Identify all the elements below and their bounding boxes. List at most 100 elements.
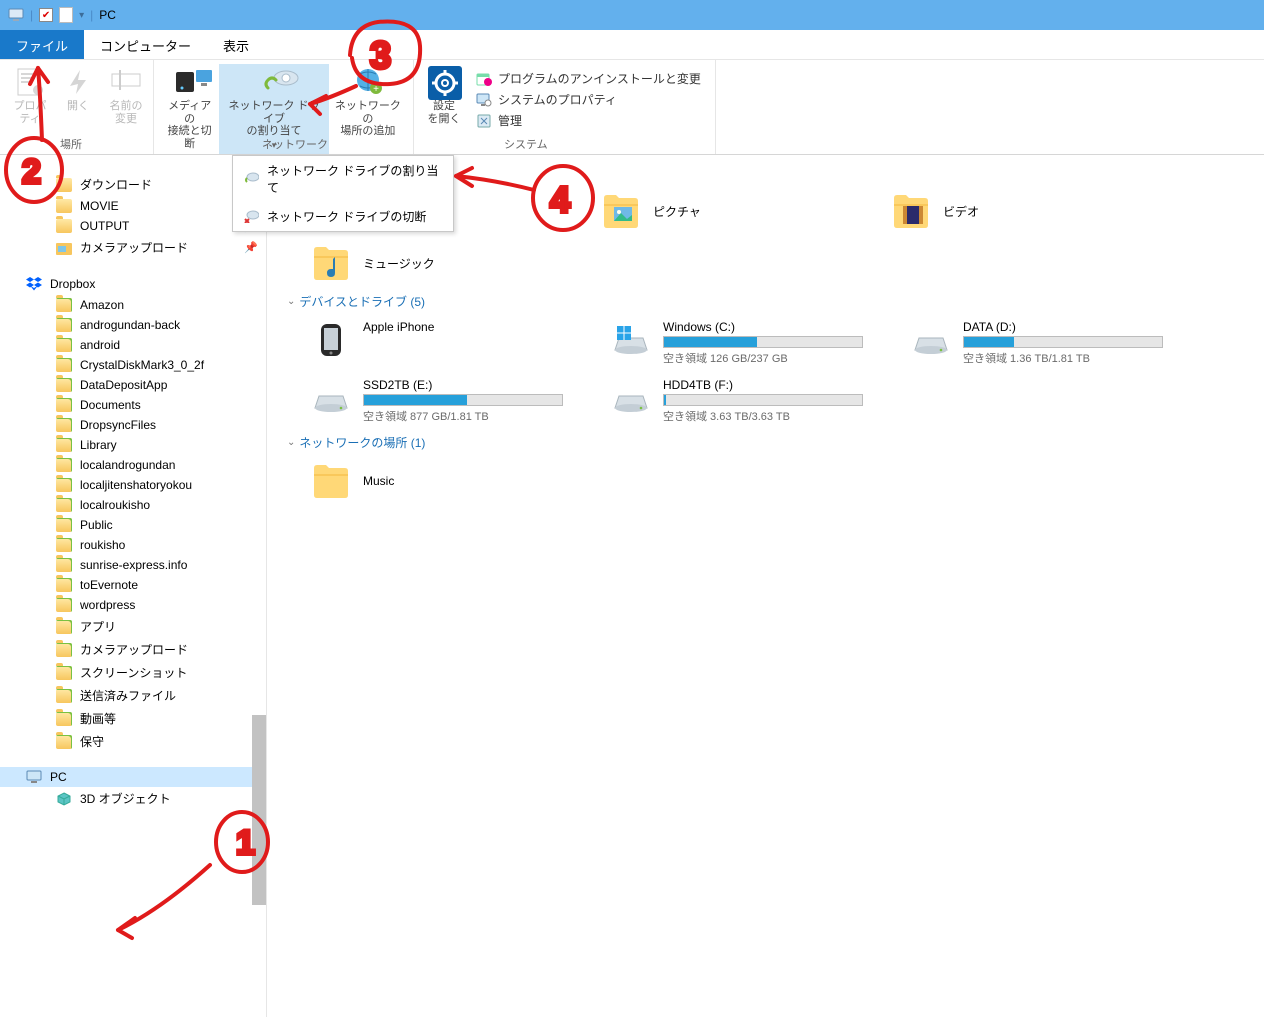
- tab-view[interactable]: 表示: [207, 30, 265, 59]
- drive-icon: [911, 320, 951, 360]
- ribbon: プロパ ティ 開く 名前の 変更 場所 メディアの 接続と切断 ▾ ネットワーク…: [0, 60, 1264, 155]
- drive-item[interactable]: HDD4TB (F:)空き領域 3.63 TB/3.63 TB: [607, 374, 867, 428]
- nav-item[interactable]: wordpress: [0, 595, 266, 615]
- programs-icon: [476, 71, 492, 87]
- manage-icon: [476, 113, 492, 129]
- nav-item[interactable]: DataDepositApp: [0, 375, 266, 395]
- folder-icon: [891, 191, 931, 231]
- nav-item[interactable]: localandrogundan: [0, 455, 266, 475]
- map-drive-dropdown: ネットワーク ドライブの割り当て ネットワーク ドライブの切断: [232, 155, 454, 232]
- pc-icon: [26, 770, 42, 784]
- nav-item[interactable]: localjitenshatoryokou: [0, 475, 266, 495]
- nav-item[interactable]: sunrise-express.info: [0, 555, 266, 575]
- ribbon-tabs: ファイル コンピューター 表示: [0, 30, 1264, 60]
- scrollbar-thumb[interactable]: [252, 715, 266, 905]
- drive-item[interactable]: SSD2TB (E:)空き領域 877 GB/1.81 TB: [307, 374, 567, 428]
- folder-icon: [56, 298, 72, 312]
- open-icon: [62, 66, 94, 98]
- folder-icon: [56, 378, 72, 392]
- properties-icon: [14, 66, 46, 98]
- nav-item[interactable]: localroukisho: [0, 495, 266, 515]
- tab-computer[interactable]: コンピューター: [84, 30, 207, 59]
- nav-dropbox[interactable]: Dropbox: [0, 273, 266, 295]
- folder-icon: [56, 178, 72, 192]
- settings-icon: [428, 66, 460, 98]
- drive-x-icon: [243, 209, 259, 225]
- menu-map-drive[interactable]: ネットワーク ドライブの割り当て: [233, 156, 453, 202]
- folder-icon: [56, 712, 72, 726]
- nav-item[interactable]: Documents: [0, 395, 266, 415]
- separator: |: [90, 8, 93, 22]
- manage-button[interactable]: 管理: [468, 110, 709, 131]
- folder-icon: [56, 398, 72, 412]
- media-connect-button[interactable]: メディアの 接続と切断 ▾: [160, 64, 219, 154]
- qat-checkbox-icon[interactable]: ✔: [39, 8, 53, 22]
- nav-item[interactable]: Library: [0, 435, 266, 455]
- nav-item[interactable]: カメラアップロード📌: [0, 236, 266, 259]
- open-settings-button[interactable]: 設定 を開く: [420, 64, 468, 154]
- folder-icon: [56, 643, 72, 657]
- folder-icon: [56, 478, 72, 492]
- drive-item[interactable]: DATA (D:)空き領域 1.36 TB/1.81 TB: [907, 316, 1167, 370]
- menu-disconnect-drive[interactable]: ネットワーク ドライブの切断: [233, 202, 453, 231]
- uninstall-programs-button[interactable]: プログラムのアンインストールと変更: [468, 68, 709, 89]
- nav-item[interactable]: アプリ: [0, 615, 266, 638]
- nav-item[interactable]: スクリーンショット: [0, 661, 266, 684]
- nav-item[interactable]: MOVIE📌: [0, 196, 266, 216]
- folder-icon: [311, 461, 351, 501]
- nav-item[interactable]: OUTPUT📌: [0, 216, 266, 236]
- drive-item[interactable]: Apple iPhone: [307, 316, 567, 370]
- folder-icon: [56, 219, 72, 233]
- qat-new-icon[interactable]: [59, 7, 73, 23]
- drive-item[interactable]: Windows (C:)空き領域 126 GB/237 GB: [607, 316, 867, 370]
- folder-icon: [56, 689, 72, 703]
- chevron-down-icon: ⌄: [287, 296, 295, 307]
- tab-file[interactable]: ファイル: [0, 30, 84, 59]
- nav-item[interactable]: 保守: [0, 730, 266, 753]
- folder-icon: [56, 498, 72, 512]
- folder-icon: [56, 358, 72, 372]
- dropbox-icon: [26, 276, 42, 292]
- folder-icon: [56, 666, 72, 680]
- nav-pc[interactable]: PC: [0, 767, 266, 787]
- folder-icon: [56, 598, 72, 612]
- ribbon-group-location: 場所: [60, 136, 82, 152]
- nav-item[interactable]: Amazon: [0, 295, 266, 315]
- folder-icon: [56, 620, 72, 634]
- network-item[interactable]: Music: [307, 457, 557, 505]
- pc-icon: [8, 7, 24, 23]
- nav-item[interactable]: カメラアップロード: [0, 638, 266, 661]
- nav-item[interactable]: toEvernote: [0, 575, 266, 595]
- nav-item[interactable]: androgundan-back: [0, 315, 266, 335]
- folder-icon: [56, 438, 72, 452]
- folder-item[interactable]: ビデオ: [887, 187, 1137, 235]
- nav-item[interactable]: roukisho: [0, 535, 266, 555]
- qat-dropdown-icon[interactable]: ▾: [79, 10, 84, 21]
- add-network-location-button[interactable]: + ネットワークの 場所の追加: [329, 64, 407, 154]
- rename-button[interactable]: 名前の 変更: [102, 64, 150, 154]
- nav-item[interactable]: Public: [0, 515, 266, 535]
- folder-icon: [56, 458, 72, 472]
- folder-icon: [56, 318, 72, 332]
- window-title: PC: [99, 8, 116, 22]
- system-properties-button[interactable]: システムのプロパティ: [468, 89, 709, 110]
- folder-icon: [56, 558, 72, 572]
- section-drives[interactable]: ⌄ デバイスとドライブ (5): [287, 287, 1244, 316]
- chevron-down-icon: ⌄: [287, 437, 295, 448]
- properties-button[interactable]: プロパ ティ: [6, 64, 54, 154]
- folder-icon: [56, 538, 72, 552]
- folder-icon: [56, 518, 72, 532]
- nav-item[interactable]: DropsyncFiles: [0, 415, 266, 435]
- nav-3d-objects[interactable]: 3D オブジェクト: [0, 787, 266, 810]
- nav-item[interactable]: ダウンロード📌: [0, 173, 266, 196]
- nav-item[interactable]: android: [0, 335, 266, 355]
- folder-item[interactable]: ミュージック: [307, 239, 557, 287]
- nav-item[interactable]: 送信済みファイル: [0, 684, 266, 707]
- rename-icon: [110, 66, 142, 98]
- nav-item[interactable]: CrystalDiskMark3_0_2f: [0, 355, 266, 375]
- folder-item[interactable]: ピクチャ: [597, 187, 847, 235]
- nav-item[interactable]: 動画等: [0, 707, 266, 730]
- drive-icon: [311, 320, 351, 360]
- folder-icon: [311, 243, 351, 283]
- section-network[interactable]: ⌄ ネットワークの場所 (1): [287, 428, 1244, 457]
